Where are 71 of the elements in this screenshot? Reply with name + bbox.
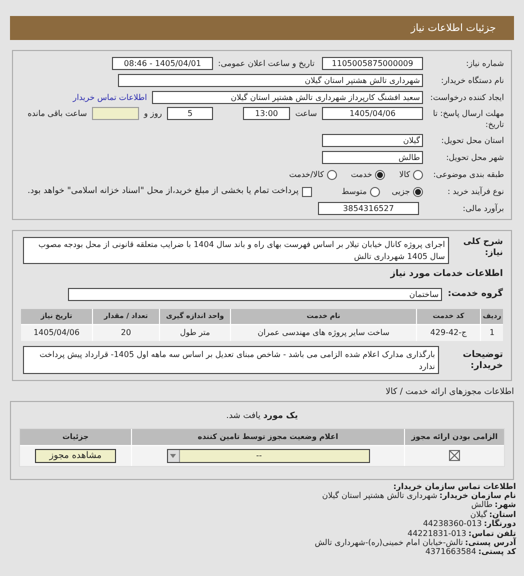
field-label: استان محل تحویل: xyxy=(440,135,504,146)
table-cell: ساخت سایر پروژه های مهندسی عمران xyxy=(231,325,416,341)
contact-label: استان: xyxy=(489,510,516,519)
radio-button[interactable] xyxy=(413,170,423,180)
table-cell: 1405/04/06 xyxy=(21,325,92,341)
input-field[interactable]: شهرداری تالش هشتپر استان گیلان xyxy=(118,74,423,87)
contact-label: آدرس پستی: xyxy=(465,538,516,547)
field-label: ساعت باقی مانده xyxy=(28,108,87,119)
field-label: شماره نیاز: xyxy=(465,58,504,69)
contact-value: طالش xyxy=(471,500,493,510)
input-field[interactable]: 3854316527 xyxy=(318,202,419,215)
contact-value: شهرداری تالش هشتپر استان گیلان xyxy=(322,490,438,500)
field-label: مهلت ارسال پاسخ: تا تاریخ: xyxy=(432,108,504,130)
option-label: خدمت xyxy=(350,168,372,180)
contact-value: 4371663584 xyxy=(425,547,476,556)
page-header: جزئیات اطلاعات نیاز xyxy=(10,16,514,40)
input-field[interactable]: 5 xyxy=(167,107,213,120)
results-count: یک مورد یافت شد. xyxy=(226,410,298,422)
radio-button[interactable] xyxy=(413,186,423,196)
section-heading: اطلاعات مجوزهای ارائه خدمت / کالا xyxy=(384,386,514,399)
input-field[interactable]: 1405/04/01 - 08:46 xyxy=(112,57,213,70)
buyer-contact-link[interactable]: اطلاعات تماس خریدار xyxy=(72,92,147,104)
input-field[interactable]: 1405/04/06 xyxy=(322,107,423,120)
field-label: شهر محل تحویل: xyxy=(445,152,504,163)
table-cell: ج-42-429 xyxy=(417,325,480,341)
table-cell: متر طول xyxy=(160,325,230,341)
view-permit-button[interactable]: مشاهده مجوز xyxy=(35,448,116,462)
option-label: جزیی xyxy=(392,186,410,198)
input-field[interactable]: 13:00 xyxy=(243,107,290,120)
contact-label: کد پستی: xyxy=(478,547,516,556)
input-field[interactable]: طالش xyxy=(322,151,423,164)
field-label: توضیحات خریدار: xyxy=(462,349,503,372)
table-cell: 20 xyxy=(93,325,159,341)
contact-value: تالش-خیابان امام خمینی(ره)-شهرداری تالش xyxy=(314,538,464,547)
field-label: نوع فرآیند خرید : xyxy=(446,186,504,197)
radio-button[interactable] xyxy=(375,170,386,180)
contact-value: 013-44221831 xyxy=(407,528,466,538)
notes-field: بارگذاری مدارک اعلام شده الزامی می باشد - شاخص مبنای تعدیل بر اساس سه ماهه اول 1405- قرارداد پیش پرداخت ندارد xyxy=(23,346,439,374)
field-label: ایجاد کننده درخواست: xyxy=(429,92,504,103)
field-label: روز و xyxy=(144,108,162,119)
contact-label: شهر: xyxy=(494,500,516,510)
option-label: کالا/خدمت xyxy=(289,168,324,180)
contact-label: نام سازمان خریدار: xyxy=(439,490,516,500)
contact-value: 013-44238360 xyxy=(422,519,482,528)
field-label: شرح کلی نیاز: xyxy=(462,237,503,259)
input-field[interactable]: 1105005875000009 xyxy=(322,57,423,70)
remaining-hours-field[interactable] xyxy=(92,107,139,120)
table-cell: 1 xyxy=(481,325,503,341)
field-label: نام دستگاه خریدار: xyxy=(440,75,504,86)
checkbox-label: پرداخت تمام یا بخشی از مبلغ خرید،از محل "اسناد خزانه اسلامی" خواهد بود. xyxy=(28,185,299,198)
option-label: متوسط xyxy=(342,186,367,198)
field-label: تاریخ و ساعت اعلان عمومی: xyxy=(218,58,316,69)
contact-label: تلفن تماس: xyxy=(468,528,516,538)
contact-value: گیلان xyxy=(470,510,488,519)
field-label: ساعت xyxy=(295,108,317,119)
input-field[interactable]: سعید افشنگ کارپرداز شهرداری تالش هشتپر استان گیلان xyxy=(152,91,423,104)
description-field: اجرای پروژه کانال خیابان تیلار بر اساس فهرست بهای راه و باند سال 1404 با ضرایب متعلقه قانونی از محل بودجه مصوب سال 1405 شهرداری تالش xyxy=(23,237,449,264)
input-field[interactable]: گیلان xyxy=(322,134,423,147)
status-value: -- xyxy=(255,450,263,462)
contact-title: اطلاعات تماس سازمان خریدار: xyxy=(393,482,516,491)
radio-button[interactable] xyxy=(370,186,380,196)
radio-button[interactable] xyxy=(326,170,337,180)
contact-label: دورنگار: xyxy=(484,519,516,528)
field-label: برآورد مالی: xyxy=(462,203,504,214)
status-select[interactable]: -- xyxy=(166,448,370,462)
option-label: کالا xyxy=(399,168,410,180)
checkbox[interactable] xyxy=(302,186,312,196)
input-field[interactable]: ساختمان xyxy=(68,288,442,301)
field-label: گروه خدمت: xyxy=(448,288,503,300)
field-label: طبقه بندی موضوعی: xyxy=(432,169,504,180)
section-heading: اطلاعات خدمات مورد نیاز xyxy=(389,268,503,281)
